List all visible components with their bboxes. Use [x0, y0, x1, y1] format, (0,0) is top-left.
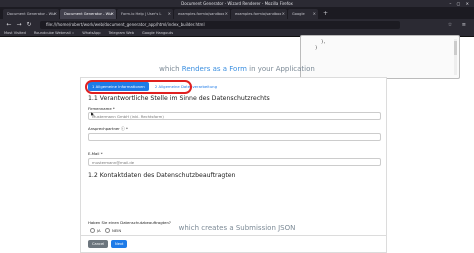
window-controls[interactable]: – ▢ ✕ [449, 0, 471, 7]
contact-person-input[interactable] [88, 133, 381, 141]
heading-text: in your Application [246, 65, 315, 73]
company-name-input[interactable]: Mustermann GmbH (inkl. Rechtsform) [88, 112, 381, 120]
new-tab-icon[interactable]: + [319, 9, 328, 19]
window-titlebar: Document Generator - Wizard Renderer - M… [0, 0, 474, 7]
close-tab-icon[interactable]: × [282, 9, 285, 19]
tab-label: examples.formio/sandbox [235, 12, 282, 16]
browser-tab[interactable]: examples.formio/sandbox × [231, 9, 287, 19]
field-label: E-Mail * [88, 151, 103, 156]
heading-renders: which Renders as a Form in your Applicat… [0, 65, 474, 73]
bookmark-item[interactable]: Roundcube Webmail :: [34, 31, 74, 35]
field-label: Firmenname * [88, 106, 115, 111]
toolbar-icons[interactable]: ☆ ≡ [448, 22, 470, 28]
submission-json-card [80, 235, 387, 248]
browser-tab[interactable]: Document Generator - Wiz × [3, 9, 59, 19]
forward-icon[interactable]: → [14, 21, 24, 28]
back-icon[interactable]: ← [4, 21, 14, 28]
section-title-2: 1.2 Kontaktdaten des Datenschutzbeauftra… [88, 172, 236, 179]
reload-icon[interactable]: ↻ [24, 21, 34, 28]
tab-label: Google [292, 12, 305, 16]
browser-tab[interactable]: Google × [288, 9, 318, 19]
bookmark-item[interactable]: Most Visited [4, 31, 26, 35]
tab-label: Document Generator - Wiz [64, 12, 112, 16]
bookmark-item[interactable]: Google Hangouts [142, 31, 173, 35]
section-title-1: 1.1 Verantwortliche Stelle im Sinne des … [88, 95, 270, 102]
tab-label: Document Generator - Wiz [7, 12, 55, 16]
tab-strip: Document Generator - Wiz × Document Gener… [0, 7, 474, 19]
bookmark-item[interactable]: WhatsApp [82, 31, 100, 35]
heading-highlight: Renders as a Form [181, 65, 247, 73]
highlight-oval [85, 80, 192, 94]
email-input[interactable]: mustermann@mail.de [88, 158, 381, 166]
url-bar[interactable]: file:///home/robert/work/web/document_ge… [40, 20, 400, 29]
browser-tab-active[interactable]: Document Generator - Wiz × [60, 9, 116, 19]
close-tab-icon[interactable]: × [111, 9, 114, 19]
code-line: } [315, 45, 318, 50]
close-tab-icon[interactable]: × [225, 9, 228, 19]
page-content: }, } which Renders as a Form in your App… [0, 35, 474, 253]
code-line: }, [321, 39, 326, 44]
heading-submission: which creates a Submission JSON [178, 224, 296, 232]
close-tab-icon[interactable]: × [313, 9, 316, 19]
navigation-bar: ← → ↻ file:///home/robert/work/web/docum… [0, 19, 474, 30]
tab-label: examples.formio/sandbox [178, 12, 225, 16]
browser-tab[interactable]: Form.io Help | User's L × [117, 9, 173, 19]
code-scrollbar-thumb[interactable] [454, 41, 457, 55]
tab-label: Form.io Help | User's L [121, 12, 162, 16]
window-title: Document Generator - Wizard Renderer - M… [181, 1, 293, 6]
wizard-tabs: 1 Allgemeine Informationen 2 Allgemeine … [85, 80, 223, 94]
bookmark-item[interactable]: Telegram Web [109, 31, 134, 35]
browser-tab[interactable]: examples.formio/sandbox × [174, 9, 230, 19]
mouse-cursor-icon [91, 112, 95, 116]
heading-text: which [159, 65, 182, 73]
close-tab-icon[interactable]: × [168, 9, 171, 19]
close-tab-icon[interactable]: × [54, 9, 57, 19]
field-label: Ansprechpartner ⓘ * [88, 126, 128, 131]
